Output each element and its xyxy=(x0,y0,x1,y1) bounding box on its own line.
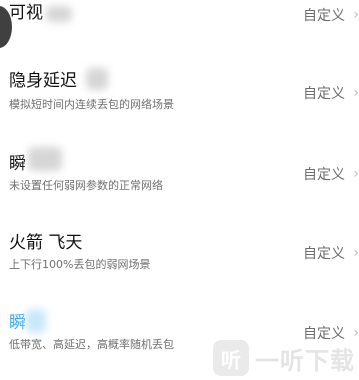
blurred-text xyxy=(86,68,108,90)
chevron-right-icon: › xyxy=(353,166,359,182)
preset-list: 可视 自定义 › 隐身延迟 模拟短时间内连续丢包的网络场景 自定义 › 瞬 未设… xyxy=(0,0,359,380)
watermark-logo: 听 xyxy=(213,340,249,376)
list-item-preset-3[interactable]: 瞬 未设置任何弱网参数的正常网络 自定义 › xyxy=(0,145,359,205)
preset-title: 可视 xyxy=(9,3,43,23)
preset-description: 模拟短时间内连续丢包的网络场景 xyxy=(9,98,174,111)
preset-title: 瞬 xyxy=(9,313,26,333)
preset-description: 上下行100%丢包的弱网场景 xyxy=(9,258,151,271)
customize-button[interactable]: 自定义 xyxy=(303,85,345,103)
preset-description: 低带宽、高延迟，高概率随机丢包 xyxy=(9,338,174,351)
preset-title: 隐身延迟 xyxy=(9,71,77,91)
blurred-text xyxy=(26,309,46,333)
watermark: 听 一听下载 xyxy=(213,340,355,376)
preset-description: 未设置任何弱网参数的正常网络 xyxy=(9,179,163,192)
blurred-text xyxy=(28,147,62,171)
chevron-right-icon: › xyxy=(353,85,359,101)
preset-title: 火箭 飞天 xyxy=(9,233,83,253)
chevron-right-icon: › xyxy=(353,325,359,341)
chevron-right-icon: › xyxy=(353,7,359,23)
customize-button[interactable]: 自定义 xyxy=(303,7,345,25)
watermark-text: 一听下载 xyxy=(255,346,355,375)
list-item-preset-4[interactable]: 火箭 飞天 上下行100%丢包的弱网场景 自定义 › xyxy=(0,225,359,285)
customize-button[interactable]: 自定义 xyxy=(303,245,345,263)
blurred-text xyxy=(46,6,72,22)
preset-title: 瞬 xyxy=(9,154,26,174)
customize-button[interactable]: 自定义 xyxy=(303,166,345,184)
chevron-right-icon: › xyxy=(353,245,359,261)
list-item-preset-1[interactable]: 可视 自定义 › xyxy=(0,0,359,40)
list-item-preset-2[interactable]: 隐身延迟 模拟短时间内连续丢包的网络场景 自定义 › xyxy=(0,64,359,124)
